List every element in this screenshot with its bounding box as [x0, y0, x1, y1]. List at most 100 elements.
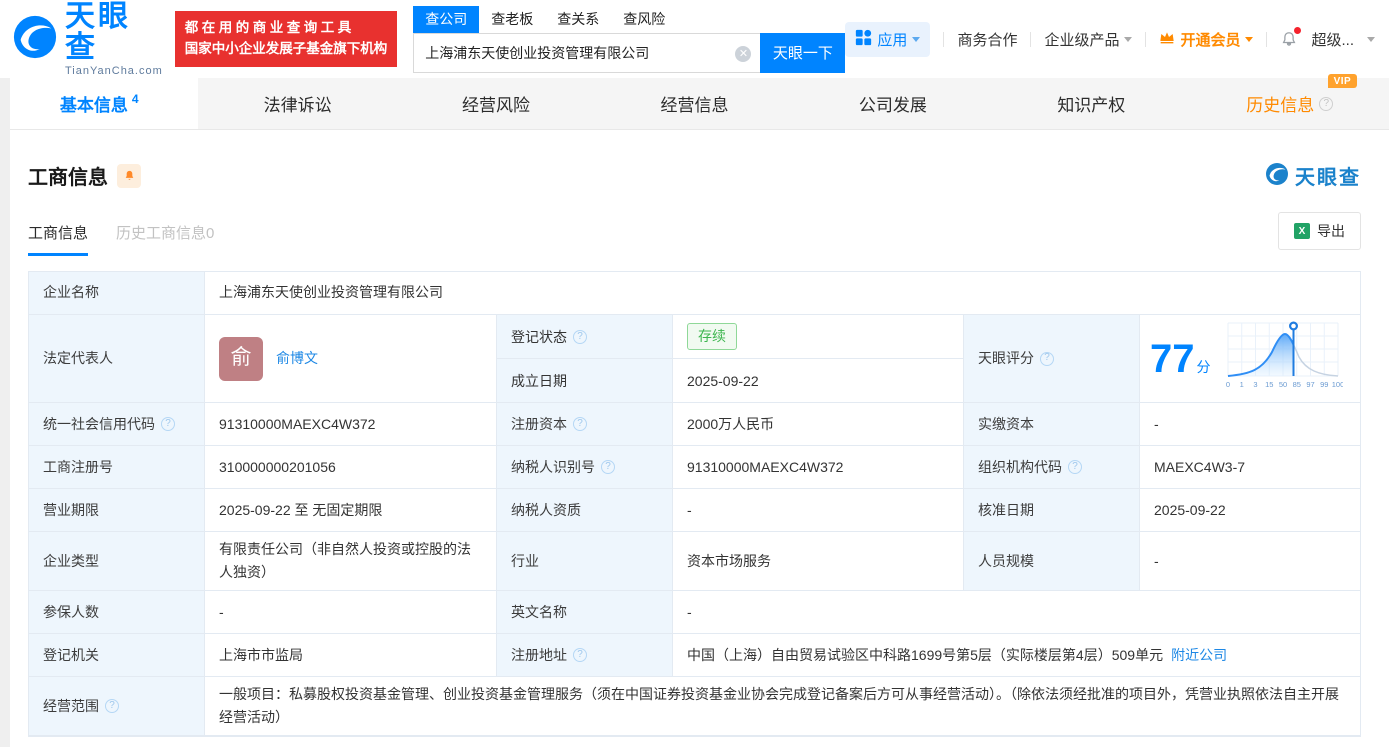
vip-badge: VIP — [1327, 74, 1358, 88]
export-button[interactable]: X 导出 — [1278, 212, 1361, 250]
field-value-staff-size: - — [1140, 532, 1360, 592]
tab-basic-info[interactable]: 基本信息 4 — [0, 78, 199, 129]
clear-icon[interactable]: ✕ — [735, 45, 752, 62]
tab-operation-risk[interactable]: 经营风险 — [397, 78, 595, 129]
subtab-history-business-info[interactable]: 历史工商信息0 — [116, 222, 214, 256]
field-value-establish-date: 2025-09-22 — [687, 372, 759, 389]
field-label-company-type: 企业类型 — [29, 532, 205, 592]
tab-company-development[interactable]: 公司发展 — [794, 78, 992, 129]
search-tab-boss[interactable]: 查老板 — [479, 6, 545, 33]
subtab-business-info[interactable]: 工商信息 — [28, 222, 89, 256]
field-label-taxpayer-id: 纳税人识别号 — [497, 446, 673, 490]
field-label-reg-authority: 登记机关 — [29, 634, 205, 678]
crown-icon — [1159, 30, 1175, 48]
help-icon[interactable] — [573, 417, 587, 432]
help-icon[interactable] — [105, 699, 119, 714]
top-header: 天眼查 TianYanCha.com 都在用的商业查询工具 国家中小企业发展子基… — [0, 0, 1389, 78]
company-tabbar: 基本信息 4 法律诉讼 经营风险 经营信息 公司发展 知识产权 历史信息 VIP — [0, 74, 1389, 130]
brand-domain: TianYanCha.com — [65, 64, 163, 77]
nav-cooperation[interactable]: 商务合作 — [957, 29, 1017, 50]
business-info-table: 企业名称 上海浦东天使创业投资管理有限公司 法定代表人 俞 俞博文 登记状态 存… — [28, 271, 1361, 738]
tab-legal-litigation[interactable]: 法律诉讼 — [198, 78, 396, 129]
help-icon[interactable] — [1319, 96, 1334, 111]
status-date-subtable: 登记状态 存续 成立日期 2025-09-22 — [497, 315, 964, 404]
svg-text:15: 15 — [1265, 380, 1273, 389]
nav-open-vip[interactable]: 开通会员 — [1159, 29, 1254, 50]
help-icon[interactable] — [1040, 351, 1054, 366]
legal-rep-link[interactable]: 俞博文 — [276, 347, 318, 370]
help-icon[interactable] — [601, 460, 615, 475]
field-label-tyc-score: 天眼评分 — [964, 315, 1140, 404]
field-value-paid-capital: - — [1140, 403, 1360, 447]
svg-text:3: 3 — [1253, 380, 1257, 389]
tianyancha-swirl-icon — [1265, 162, 1289, 189]
field-value-business-term: 2025-09-22 至 无固定期限 — [205, 489, 497, 533]
nav-enterprise[interactable]: 企业级产品 — [1044, 29, 1133, 50]
field-label-legal-rep: 法定代表人 — [29, 315, 205, 404]
divider — [943, 31, 945, 47]
field-label-reg-number: 工商注册号 — [29, 446, 205, 490]
nav-apps[interactable]: 应用 — [845, 21, 931, 57]
search-area: 查公司 查老板 查关系 查风险 ✕ 天眼一下 — [413, 5, 846, 73]
chevron-down-icon — [912, 36, 921, 42]
search-button[interactable]: 天眼一下 — [760, 32, 846, 73]
score-distribution-chart: 0 1 3 15 50 85 97 99 100 — [1223, 319, 1344, 398]
help-icon[interactable] — [573, 648, 587, 663]
apps-grid-icon — [855, 29, 872, 50]
search-tab-company[interactable]: 查公司 — [413, 5, 480, 33]
svg-text:85: 85 — [1292, 380, 1300, 389]
field-value-reg-address: 中国（上海）自由贸易试验区中科路1699号第5层（实际楼层第4层）509单元 附… — [673, 634, 1360, 678]
nearby-companies-link[interactable]: 附近公司 — [1171, 644, 1227, 667]
watermark-brand: 天眼查 — [1295, 167, 1361, 189]
left-scroll-gutter — [0, 78, 10, 747]
field-label-taxpayer-quality: 纳税人资质 — [497, 489, 673, 533]
svg-text:97: 97 — [1306, 380, 1314, 389]
notification-bell-icon[interactable] — [1280, 26, 1302, 49]
notification-dot — [1294, 26, 1302, 34]
field-label-establish-date: 成立日期 — [497, 359, 673, 402]
slogan-banner: 都在用的商业查询工具 国家中小企业发展子基金旗下机构 — [174, 11, 398, 67]
field-label-company-name: 企业名称 — [29, 272, 205, 315]
chevron-down-icon — [1124, 36, 1133, 42]
field-label-approval-date: 核准日期 — [964, 489, 1140, 533]
field-label-business-term: 营业期限 — [29, 489, 205, 533]
brand-name: 天眼查 — [65, 0, 131, 65]
status-badge: 存续 — [687, 323, 737, 350]
tab-operation-info[interactable]: 经营信息 — [595, 78, 793, 129]
field-label-uscc: 统一社会信用代码 — [29, 403, 205, 447]
field-label-org-code: 组织机构代码 — [964, 446, 1140, 490]
export-label: 导出 — [1317, 223, 1345, 239]
field-label-industry: 行业 — [497, 532, 673, 592]
search-tab-risk[interactable]: 查风险 — [611, 6, 677, 33]
field-label-staff-size: 人员规模 — [964, 532, 1140, 592]
help-icon[interactable] — [1068, 460, 1082, 475]
monitor-bell-icon[interactable] — [117, 163, 141, 188]
field-value-reg-number: 310000000201056 — [205, 446, 497, 490]
tab-history-info[interactable]: 历史信息 VIP — [1191, 74, 1389, 129]
svg-text:1: 1 — [1239, 380, 1243, 389]
search-input[interactable] — [414, 33, 761, 72]
field-value-legal-rep: 俞 俞博文 — [205, 315, 497, 404]
nav-super-vip[interactable]: 超级... — [1311, 29, 1354, 50]
field-value-company-name: 上海浦东天使创业投资管理有限公司 — [205, 272, 1360, 315]
tab-label: 历史信息 — [1246, 96, 1315, 115]
tab-label: 基本信息 — [59, 96, 128, 115]
search-tab-relation[interactable]: 查关系 — [545, 6, 611, 33]
excel-icon: X — [1294, 223, 1310, 239]
help-icon[interactable] — [573, 329, 587, 344]
top-nav: 应用 商务合作 企业级产品 开通会员 超级... — [845, 21, 1375, 57]
tab-intellectual-property[interactable]: 知识产权 — [992, 78, 1190, 129]
tianyancha-logo[interactable]: 天眼查 TianYanCha.com — [12, 0, 163, 78]
slogan-line1: 都在用的商业查询工具 — [184, 20, 355, 36]
field-value-insured: - — [205, 591, 497, 635]
field-value-approval-date: 2025-09-22 — [1140, 489, 1360, 533]
svg-text:100: 100 — [1331, 380, 1342, 389]
help-icon[interactable] — [161, 417, 175, 432]
field-label-business-scope: 经营范围 — [29, 677, 205, 737]
divider — [1266, 31, 1268, 47]
field-label-reg-capital: 注册资本 — [497, 403, 673, 447]
score-number: 77 分 — [1150, 336, 1211, 381]
field-value-reg-status: 存续 — [673, 315, 963, 359]
svg-text:99: 99 — [1320, 380, 1328, 389]
legal-rep-avatar[interactable]: 俞 — [219, 336, 263, 381]
